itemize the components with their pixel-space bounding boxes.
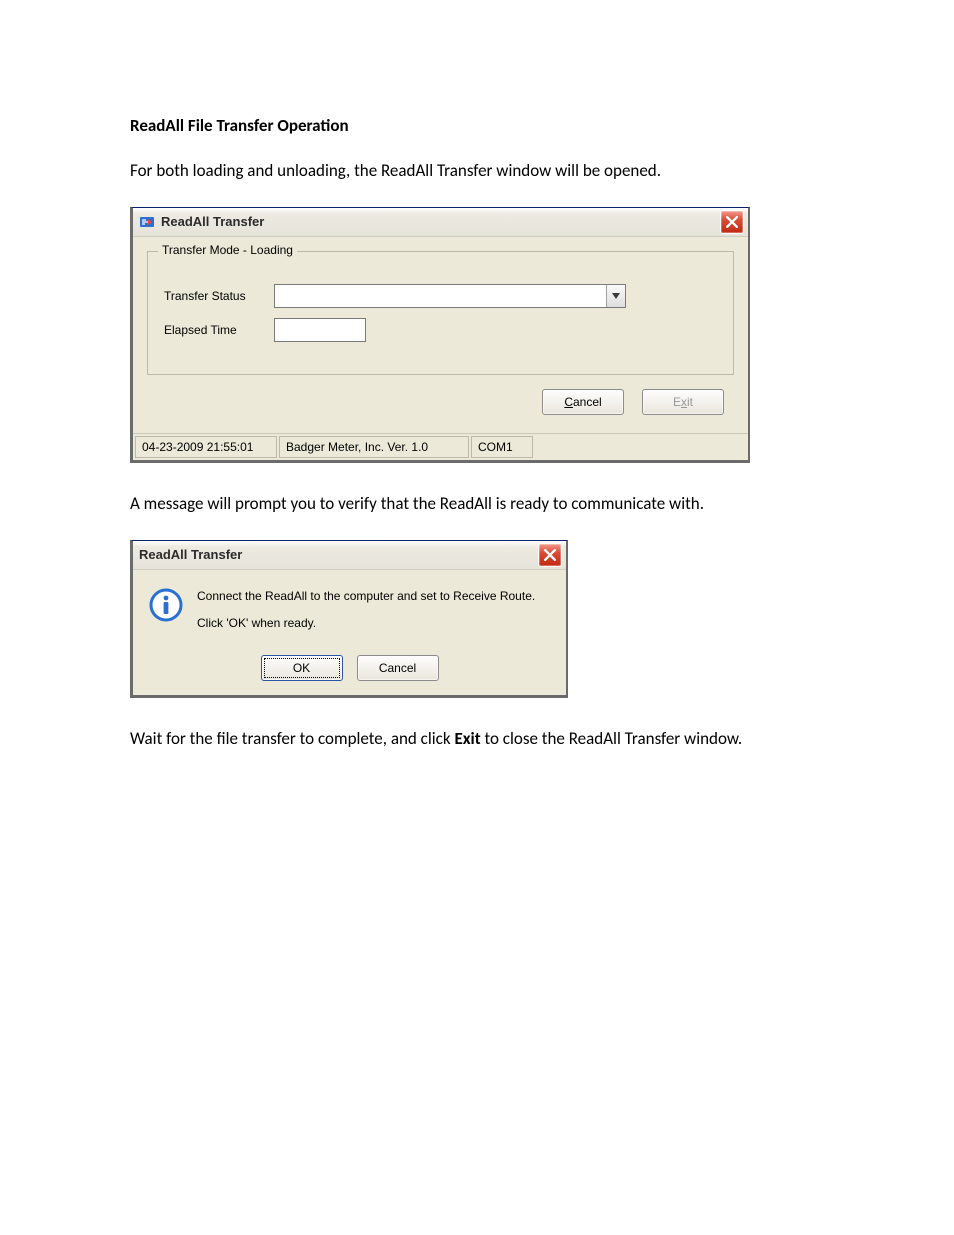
titlebar: ReadAll Transfer [133,208,748,237]
status-bar: 04-23-2009 21:55:01 Badger Meter, Inc. V… [133,433,748,460]
ok-button[interactable]: OK [261,655,343,681]
paragraph: For both loading and unloading, the Read… [130,160,824,183]
document-page: ReadAll File Transfer Operation For both… [0,0,954,1235]
status-timestamp: 04-23-2009 21:55:01 [135,436,277,458]
button-row: Cancel Exit [147,389,734,415]
message-line: Connect the ReadAll to the computer and … [197,586,535,608]
combo-arrow-button[interactable] [606,285,625,307]
messagebox-button-row: OK Cancel [149,655,550,681]
message-line: Click 'OK' when ready. [197,613,535,635]
transfer-mode-fieldset: Transfer Mode - Loading Transfer Status … [147,251,734,375]
status-spacer [535,436,746,456]
cancel-button[interactable]: Cancel [542,389,624,415]
window-body: Transfer Mode - Loading Transfer Status … [133,237,748,433]
section-heading: ReadAll File Transfer Operation [130,115,824,136]
transfer-status-row: Transfer Status [164,284,717,308]
paragraph: A message will prompt you to verify that… [130,493,824,516]
readall-transfer-messagebox: ReadAll Transfer Connect the ReadAll to … [130,540,568,698]
cancel-button[interactable]: Cancel [357,655,439,681]
close-button[interactable] [720,210,744,234]
elapsed-time-row: Elapsed Time [164,318,717,342]
exit-button[interactable]: Exit [642,389,724,415]
info-icon [149,588,183,622]
fieldset-legend: Transfer Mode - Loading [158,243,297,257]
titlebar: ReadAll Transfer [133,541,566,570]
app-icon [139,214,155,230]
close-button[interactable] [538,543,562,567]
combo-value [275,285,606,307]
messagebox-body: Connect the ReadAll to the computer and … [133,570,566,695]
elapsed-time-label: Elapsed Time [164,323,274,337]
close-icon [544,549,556,561]
status-port: COM1 [471,436,533,458]
elapsed-time-field[interactable] [274,318,366,342]
chevron-down-icon [612,293,620,299]
paragraph: Wait for the file transfer to complete, … [130,728,824,751]
status-version: Badger Meter, Inc. Ver. 1.0 [279,436,469,458]
window-title: ReadAll Transfer [139,547,538,562]
readall-transfer-window: ReadAll Transfer Transfer Mode - Loading… [130,207,750,463]
transfer-status-label: Transfer Status [164,289,274,303]
message-text: Connect the ReadAll to the computer and … [197,586,535,641]
window-title: ReadAll Transfer [161,214,720,229]
transfer-status-combo[interactable] [274,284,626,308]
close-icon [726,216,738,228]
